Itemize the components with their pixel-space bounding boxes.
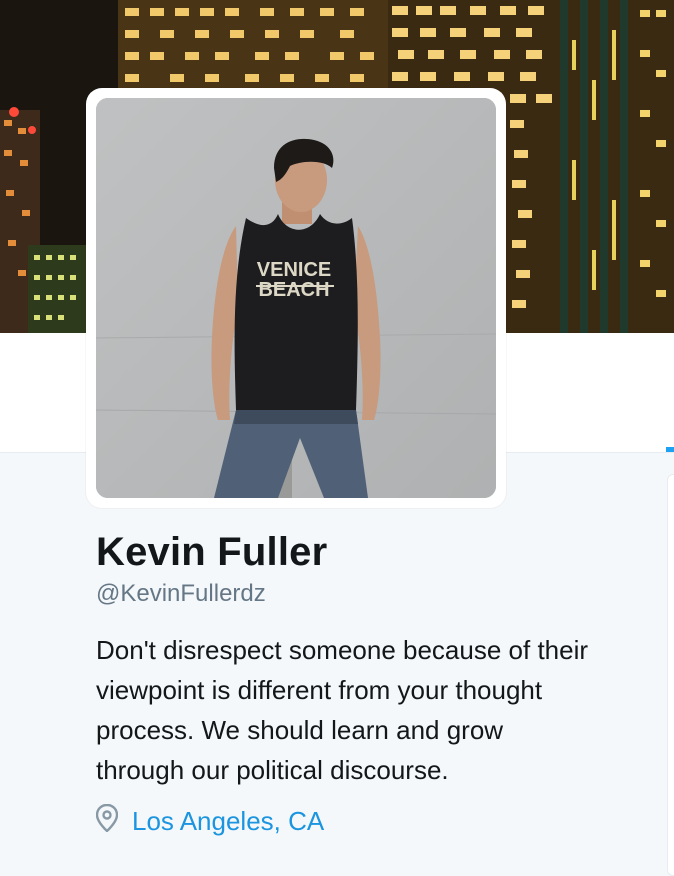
location-link[interactable]: Los Angeles, CA [132,806,324,837]
profile-bio: Don't disrespect someone because of thei… [96,635,589,785]
profile-handle[interactable]: @KevinFullerdz [96,580,266,608]
profile-avatar[interactable]: VENICE BEACH [86,88,506,508]
profile-location: Los Angeles, CA [95,803,324,839]
active-tab-indicator [666,447,674,452]
map-pin-icon [95,803,119,839]
side-card [667,474,674,876]
profile-name[interactable]: Kevin Fuller [96,530,327,575]
person-photo-icon: VENICE BEACH [96,98,496,498]
shirt-text-bottom: BEACH [258,279,329,301]
avatar-photo: VENICE BEACH [96,98,496,498]
shirt-text-top: VENICE [257,259,331,281]
